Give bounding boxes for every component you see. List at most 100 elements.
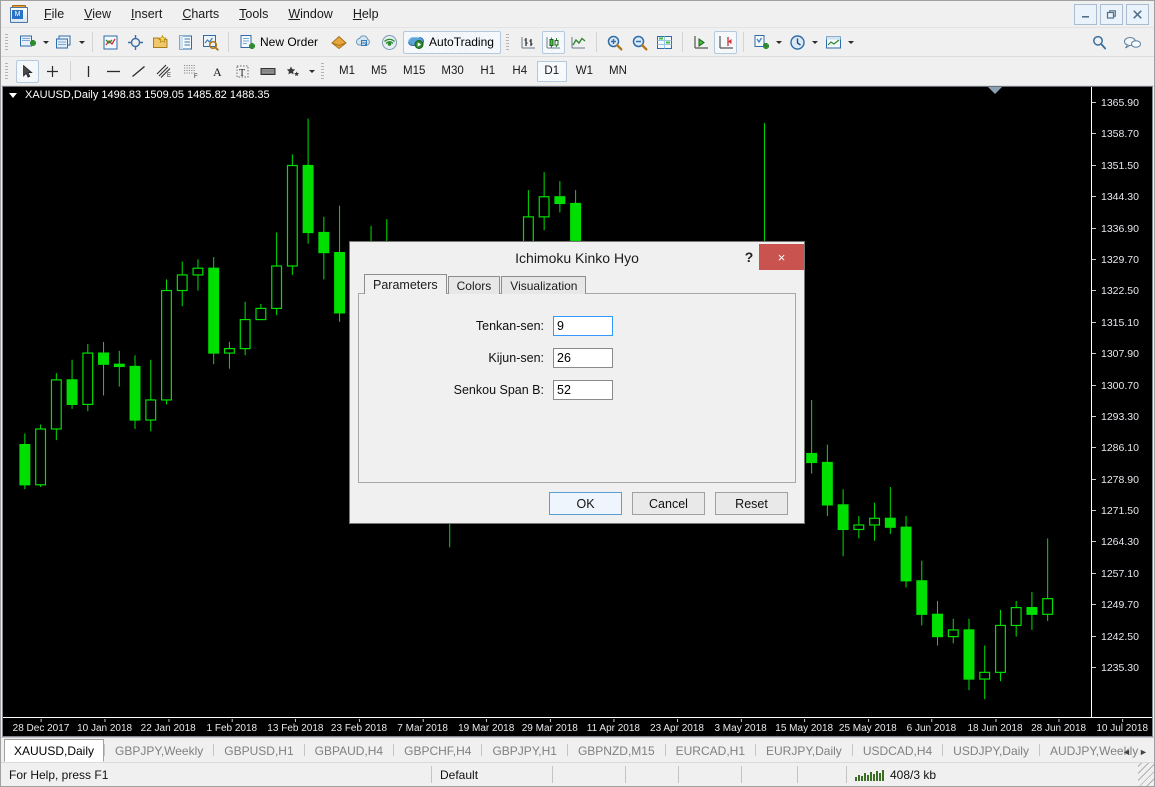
profiles-icon[interactable] xyxy=(52,31,75,54)
chart-tab[interactable]: GBPAUD,H4 xyxy=(305,740,393,761)
text-label-icon[interactable]: T xyxy=(231,60,254,83)
timeframe-m15[interactable]: M15 xyxy=(396,61,432,82)
market-watch-icon[interactable] xyxy=(99,31,122,54)
candle xyxy=(286,164,298,267)
chart-collapse-icon[interactable] xyxy=(9,92,17,98)
chart-tab[interactable]: EURCAD,H1 xyxy=(666,740,755,761)
timeframe-toolbar-grip[interactable] xyxy=(320,61,327,81)
crosshair-icon[interactable] xyxy=(41,60,64,83)
chart-tab[interactable]: GBPJPY,Weekly xyxy=(105,740,213,761)
time-axis[interactable]: 28 Dec 2017 10 Jan 2018 22 Jan 2018 1 Feb 2… xyxy=(3,717,1152,736)
timeframe-w1[interactable]: W1 xyxy=(569,61,600,82)
timeframe-m1[interactable]: M1 xyxy=(332,61,362,82)
timeframe-m5[interactable]: M5 xyxy=(364,61,394,82)
chart-tab[interactable]: GBPNZD,M15 xyxy=(568,740,665,761)
chart-tab[interactable]: EURJPY,Daily xyxy=(756,740,852,761)
text-icon[interactable]: A xyxy=(206,60,229,83)
chart-tab[interactable]: USDJPY,Daily xyxy=(943,740,1039,761)
minimize-icon[interactable] xyxy=(1074,4,1097,25)
timeframe-h4[interactable]: H4 xyxy=(505,61,535,82)
tab-colors[interactable]: Colors xyxy=(447,276,501,294)
arrows-dropdown-icon[interactable] xyxy=(306,59,317,84)
crosshair-target-icon[interactable] xyxy=(124,31,147,54)
templates-icon[interactable] xyxy=(822,31,845,54)
timeframe-m30[interactable]: M30 xyxy=(434,61,470,82)
cursor-icon[interactable] xyxy=(16,59,39,83)
chart-grid-icon[interactable] xyxy=(653,31,676,54)
ok-button[interactable]: OK xyxy=(549,492,622,515)
search-icon[interactable] xyxy=(1088,31,1111,54)
metaeditor-icon[interactable] xyxy=(327,31,351,54)
zoom-in-icon[interactable] xyxy=(603,31,626,54)
terminal-icon[interactable] xyxy=(199,31,222,54)
candle xyxy=(19,444,31,486)
chart-tab[interactable]: USDCAD,H4 xyxy=(853,740,942,761)
price-tick: 1336.90 xyxy=(1092,223,1152,235)
indicators-icon[interactable] xyxy=(750,31,773,54)
senkou-span-b-input[interactable] xyxy=(553,380,613,400)
chart-tab[interactable]: XAUUSD,Daily xyxy=(4,739,105,762)
indicators-dropdown-icon[interactable] xyxy=(774,30,785,55)
draw-toolbar-grip[interactable] xyxy=(4,61,11,81)
status-profile[interactable]: Default xyxy=(432,763,552,786)
menu-item-insert[interactable]: Insert xyxy=(121,3,172,25)
timeframe-mn[interactable]: MN xyxy=(602,61,634,82)
autotrading-button[interactable]: AutoTrading xyxy=(403,30,501,54)
price-axis[interactable]: 1365.90 1358.70 1351.50 1344.30 1336.90 1329.… xyxy=(1091,87,1152,718)
candlestick-chart-icon[interactable] xyxy=(541,30,565,54)
zoom-out-icon[interactable] xyxy=(628,31,651,54)
tenkan-sen-input[interactable] xyxy=(553,316,613,336)
toolbar-grip[interactable] xyxy=(4,32,11,52)
chart-tab[interactable]: GBPCHF,H4 xyxy=(394,740,481,761)
ichimoku-settings-dialog[interactable]: Ichimoku Kinko Hyo ? × Parameters Colors… xyxy=(349,241,805,524)
reset-button[interactable]: Reset xyxy=(715,492,788,515)
periods-dropdown-icon[interactable] xyxy=(810,30,821,55)
chart-tabs-nav: ◄ ► xyxy=(1118,741,1152,762)
chart-tab[interactable]: GBPJPY,H1 xyxy=(482,740,566,761)
cancel-button[interactable]: Cancel xyxy=(632,492,705,515)
resize-grip[interactable] xyxy=(1138,763,1154,786)
timeframe-d1[interactable]: D1 xyxy=(536,60,567,82)
new-chart-dropdown-icon[interactable] xyxy=(40,30,51,55)
shapes-icon[interactable] xyxy=(256,60,280,83)
chart-shift-icon[interactable] xyxy=(713,30,737,54)
horizontal-line-icon[interactable] xyxy=(102,60,125,83)
tab-parameters[interactable]: Parameters xyxy=(364,274,447,294)
tab-visualization[interactable]: Visualization xyxy=(501,276,587,294)
menu-item-view[interactable]: View xyxy=(74,3,121,25)
trendline-icon[interactable] xyxy=(127,60,150,83)
dialog-close-icon[interactable]: × xyxy=(759,244,804,270)
bar-chart-icon[interactable] xyxy=(517,31,540,54)
new-chart-icon[interactable] xyxy=(16,31,39,54)
kijun-sen-input[interactable] xyxy=(553,348,613,368)
signals-icon[interactable] xyxy=(378,31,401,54)
mql5-community-icon[interactable] xyxy=(353,31,376,54)
chart-shift-marker[interactable] xyxy=(988,87,1002,94)
restore-icon[interactable] xyxy=(1100,4,1123,25)
menu-item-window[interactable]: Window xyxy=(278,3,342,25)
fibonacci-retracement-icon[interactable]: F xyxy=(179,60,204,83)
candle xyxy=(900,526,912,582)
templates-dropdown-icon[interactable] xyxy=(846,30,857,55)
line-chart-icon[interactable] xyxy=(567,31,590,54)
navigator-icon[interactable] xyxy=(149,31,172,54)
tabs-next-button[interactable]: ► xyxy=(1135,741,1152,762)
menu-item-charts[interactable]: Charts xyxy=(172,3,229,25)
vertical-line-icon[interactable] xyxy=(77,60,100,83)
timeframe-h1[interactable]: H1 xyxy=(473,61,503,82)
arrows-icon[interactable] xyxy=(282,60,305,83)
auto-scroll-icon[interactable] xyxy=(689,31,712,54)
menu-item-help[interactable]: Help xyxy=(343,3,389,25)
profiles-dropdown-icon[interactable] xyxy=(76,30,87,55)
menu-item-tools[interactable]: Tools xyxy=(229,3,278,25)
periods-icon[interactable] xyxy=(786,31,809,54)
close-icon[interactable] xyxy=(1126,4,1149,25)
equidistant-channel-icon[interactable]: E xyxy=(152,60,177,83)
new-order-button[interactable]: New Order xyxy=(235,31,325,54)
toolbar-grip-2[interactable] xyxy=(504,32,512,52)
chat-icon[interactable] xyxy=(1119,31,1145,54)
data-window-icon[interactable] xyxy=(174,31,197,54)
chart-tab[interactable]: GBPUSD,H1 xyxy=(214,740,303,761)
menu-item-file[interactable]: File xyxy=(34,3,74,25)
tabs-prev-button[interactable]: ◄ xyxy=(1118,741,1135,762)
